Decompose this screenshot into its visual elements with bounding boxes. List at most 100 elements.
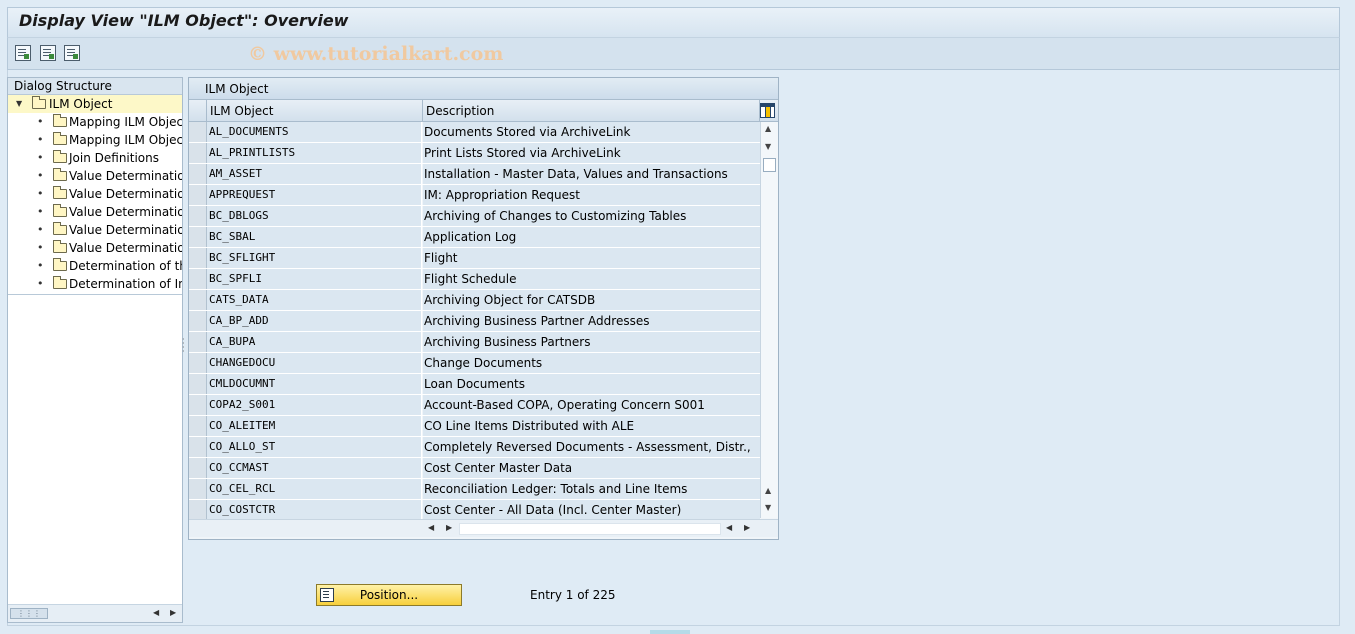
table-row[interactable]: CA_BUPA Archiving Business Partners — [189, 332, 760, 353]
cell-description[interactable]: CO Line Items Distributed with ALE — [423, 416, 760, 436]
cell-description[interactable]: Application Log — [423, 227, 760, 247]
row-selector[interactable] — [189, 227, 207, 247]
row-selector[interactable] — [189, 185, 207, 205]
cell-ilm-object[interactable]: BC_SFLIGHT — [207, 248, 422, 268]
cell-description[interactable]: Cost Center - All Data (Incl. Center Mas… — [423, 500, 760, 520]
cell-ilm-object[interactable]: CO_CEL_RCL — [207, 479, 422, 499]
cell-ilm-object[interactable]: APPREQUEST — [207, 185, 422, 205]
tree-item[interactable]: • Mapping ILM Object — [8, 131, 182, 149]
cell-description[interactable]: Account-Based COPA, Operating Concern S0… — [423, 395, 760, 415]
cell-ilm-object[interactable]: CATS_DATA — [207, 290, 422, 310]
row-selector[interactable] — [189, 122, 207, 142]
table-row[interactable]: CO_ALLO_ST Completely Reversed Documents … — [189, 437, 760, 458]
row-selector[interactable] — [189, 269, 207, 289]
cell-ilm-object[interactable]: AL_PRINTLISTS — [207, 143, 422, 163]
dialog-structure-scrollbar[interactable]: ⋮⋮⋮ ◀ ▶ — [8, 604, 182, 622]
splitter-handle[interactable]: · · · · — [182, 336, 185, 356]
tree-item[interactable]: • Determination of the — [8, 257, 182, 275]
cell-description[interactable]: Flight — [423, 248, 760, 268]
row-selector[interactable] — [189, 395, 207, 415]
cell-description[interactable]: Flight Schedule — [423, 269, 760, 289]
scroll-thumb[interactable] — [763, 158, 776, 172]
tree-item-ilm-object[interactable]: ▼ ILM Object — [8, 95, 182, 113]
row-selector[interactable] — [189, 374, 207, 394]
column-header-description[interactable]: Description — [423, 100, 760, 122]
row-selector[interactable] — [189, 311, 207, 331]
cell-description[interactable]: Documents Stored via ArchiveLink — [423, 122, 760, 142]
row-selector[interactable] — [189, 332, 207, 352]
cell-description[interactable]: Archiving Object for CATSDB — [423, 290, 760, 310]
page-up-icon[interactable]: ▲ — [765, 486, 771, 495]
tree-item[interactable]: • Value Determination — [8, 221, 182, 239]
tree-item[interactable]: • Value Determination — [8, 167, 182, 185]
cell-ilm-object[interactable]: AM_ASSET — [207, 164, 422, 184]
row-selector[interactable] — [189, 437, 207, 457]
table-row[interactable]: CO_CEL_RCL Reconciliation Ledger: Totals … — [189, 479, 760, 500]
row-selector[interactable] — [189, 353, 207, 373]
table-settings-icon[interactable] — [760, 103, 775, 118]
cell-description[interactable]: Change Documents — [423, 353, 760, 373]
table-row[interactable]: AM_ASSET Installation - Master Data, Valu… — [189, 164, 760, 185]
table-row[interactable]: CO_ALEITEM CO Line Items Distributed with… — [189, 416, 760, 437]
cell-description[interactable]: Completely Reversed Documents - Assessme… — [423, 437, 760, 457]
scroll-right-icon[interactable]: ▶ — [446, 523, 452, 532]
cell-ilm-object[interactable]: CO_ALLO_ST — [207, 437, 422, 457]
export-icon[interactable] — [40, 45, 56, 61]
scroll-left-icon[interactable]: ◀ — [153, 608, 159, 617]
cell-ilm-object[interactable]: CMLDOCUMNT — [207, 374, 422, 394]
scroll-track[interactable] — [459, 523, 721, 535]
position-button[interactable]: Position... — [316, 584, 462, 606]
table-row[interactable]: BC_DBLOGS Archiving of Changes to Customi… — [189, 206, 760, 227]
cell-ilm-object[interactable]: BC_SPFLI — [207, 269, 422, 289]
table-row[interactable]: APPREQUEST IM: Appropriation Request — [189, 185, 760, 206]
table-row[interactable]: CA_BP_ADD Archiving Business Partner Addr… — [189, 311, 760, 332]
scroll-down-icon[interactable]: ▼ — [765, 142, 771, 151]
table-vertical-scrollbar[interactable]: ▲ ▼ ▲ ▼ — [760, 122, 778, 518]
row-selector[interactable] — [189, 290, 207, 310]
cell-ilm-object[interactable]: CO_COSTCTR — [207, 500, 422, 520]
row-selector[interactable] — [189, 500, 207, 520]
expand-arrow-icon[interactable]: ▼ — [16, 95, 22, 113]
scroll-thumb[interactable]: ⋮⋮⋮ — [10, 608, 48, 619]
cell-description[interactable]: Loan Documents — [423, 374, 760, 394]
cell-ilm-object[interactable]: CA_BUPA — [207, 332, 422, 352]
cell-description[interactable]: Print Lists Stored via ArchiveLink — [423, 143, 760, 163]
select-all-header[interactable] — [189, 100, 207, 122]
cell-description[interactable]: Archiving Business Partner Addresses — [423, 311, 760, 331]
table-row[interactable]: BC_SFLIGHT Flight — [189, 248, 760, 269]
cell-ilm-object[interactable]: COPA2_S001 — [207, 395, 422, 415]
scroll-right-icon[interactable]: ▶ — [744, 523, 750, 532]
cell-ilm-object[interactable]: CHANGEDOCU — [207, 353, 422, 373]
scroll-left-icon[interactable]: ◀ — [726, 523, 732, 532]
tree-item[interactable]: • Value Determination — [8, 185, 182, 203]
table-row[interactable]: BC_SPFLI Flight Schedule — [189, 269, 760, 290]
tree-item[interactable]: • Value Determination — [8, 203, 182, 221]
table-horizontal-scrollbar[interactable]: ◀ ▶ ◀ ▶ — [189, 519, 778, 537]
cell-description[interactable]: Archiving Business Partners — [423, 332, 760, 352]
cell-ilm-object[interactable]: AL_DOCUMENTS — [207, 122, 422, 142]
row-selector[interactable] — [189, 479, 207, 499]
row-selector[interactable] — [189, 206, 207, 226]
row-selector[interactable] — [189, 164, 207, 184]
table-row[interactable]: CO_COSTCTR Cost Center - All Data (Incl. … — [189, 500, 760, 521]
details-icon[interactable] — [15, 45, 31, 61]
table-row[interactable]: CATS_DATA Archiving Object for CATSDB — [189, 290, 760, 311]
scroll-left-icon[interactable]: ◀ — [428, 523, 434, 532]
tree-item[interactable]: • Determination of Inh — [8, 275, 182, 293]
page-down-icon[interactable]: ▼ — [765, 503, 771, 512]
cell-ilm-object[interactable]: BC_SBAL — [207, 227, 422, 247]
row-selector[interactable] — [189, 248, 207, 268]
table-row[interactable]: AL_PRINTLISTS Print Lists Stored via Arch… — [189, 143, 760, 164]
print-icon[interactable] — [64, 45, 80, 61]
cell-description[interactable]: Installation - Master Data, Values and T… — [423, 164, 760, 184]
table-row[interactable]: CMLDOCUMNT Loan Documents — [189, 374, 760, 395]
row-selector[interactable] — [189, 143, 207, 163]
tree-item[interactable]: • Value Determination — [8, 239, 182, 257]
table-row[interactable]: CHANGEDOCU Change Documents — [189, 353, 760, 374]
row-selector[interactable] — [189, 416, 207, 436]
cell-ilm-object[interactable]: BC_DBLOGS — [207, 206, 422, 226]
scroll-right-icon[interactable]: ▶ — [170, 608, 176, 617]
cell-description[interactable]: Archiving of Changes to Customizing Tabl… — [423, 206, 760, 226]
scroll-up-icon[interactable]: ▲ — [765, 124, 771, 133]
table-row[interactable]: AL_DOCUMENTS Documents Stored via Archive… — [189, 122, 760, 143]
